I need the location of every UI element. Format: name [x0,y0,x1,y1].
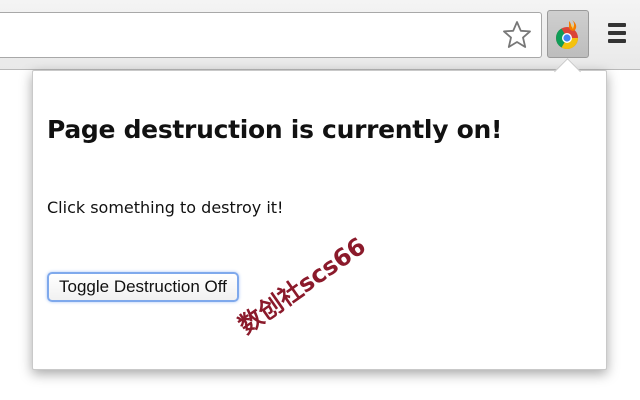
toggle-destruction-button[interactable]: Toggle Destruction Off [47,272,239,302]
extension-button[interactable] [547,10,589,58]
hamburger-menu-icon[interactable] [606,20,628,48]
browser-toolbar [0,0,640,70]
popup-title: Page destruction is currently on! [47,115,503,144]
bookmark-star-icon[interactable] [501,19,533,51]
extension-popup: Page destruction is currently on! Click … [32,70,607,370]
address-bar[interactable] [0,12,542,58]
popup-instruction: Click something to destroy it! [47,198,284,217]
chrome-extension-icon [556,20,578,49]
